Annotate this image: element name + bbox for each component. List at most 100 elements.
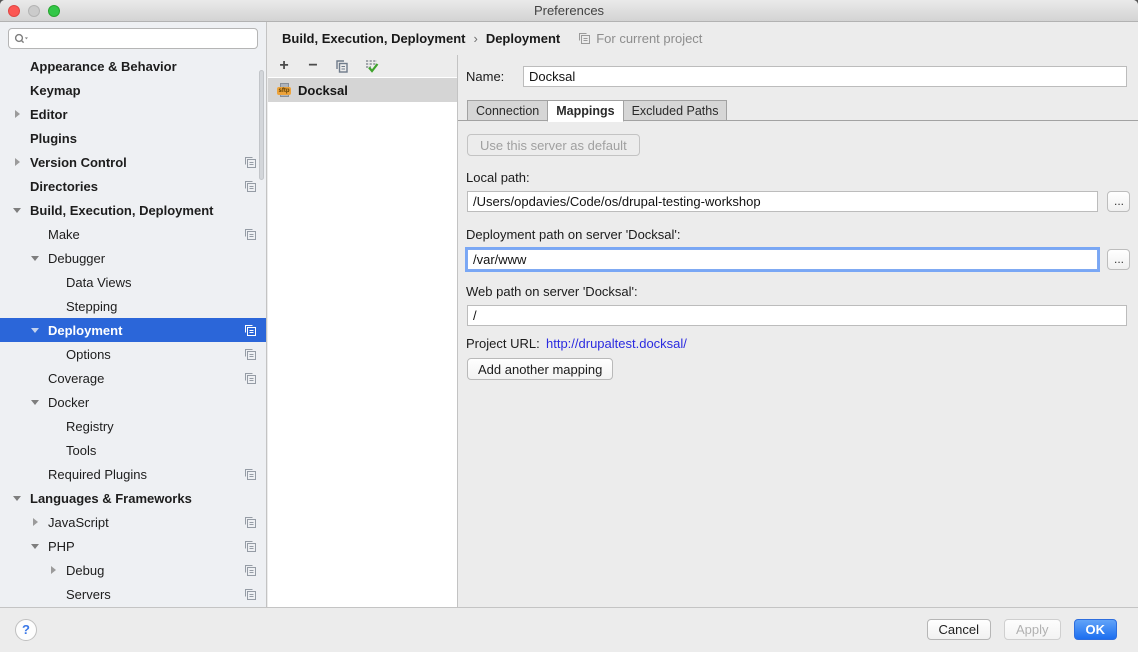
sidebar-item-label: Keymap xyxy=(30,83,81,98)
deployment-form: Name: ConnectionMappingsExcluded Paths U… xyxy=(458,55,1138,607)
tree-expand-icon[interactable] xyxy=(30,517,40,527)
tree-collapse-icon[interactable] xyxy=(30,541,40,551)
sidebar-item-deployment[interactable]: Deployment xyxy=(0,318,266,342)
project-scope-icon xyxy=(244,564,257,577)
sidebar-item-servers[interactable]: Servers xyxy=(0,582,266,606)
sidebar-item-data-views[interactable]: Data Views xyxy=(0,270,266,294)
server-name-input[interactable] xyxy=(523,66,1127,87)
sidebar-item-label: Required Plugins xyxy=(48,467,147,482)
tree-collapse-icon[interactable] xyxy=(30,253,40,263)
tree-expand-icon[interactable] xyxy=(48,565,58,575)
project-scope-icon xyxy=(244,540,257,553)
sidebar-item-debugger[interactable]: Debugger xyxy=(0,246,266,270)
close-button[interactable] xyxy=(8,5,20,17)
sidebar-item-options[interactable]: Options xyxy=(0,342,266,366)
sidebar-item-label: Debug xyxy=(66,563,104,578)
sidebar-item-label: Servers xyxy=(66,587,111,602)
local-path-input[interactable] xyxy=(467,191,1098,212)
sidebar-item-keymap[interactable]: Keymap xyxy=(0,78,266,102)
preferences-window: Preferences Appearance & Behavior Keymap E… xyxy=(0,0,1138,652)
sftp-server-icon: sftp xyxy=(277,83,292,98)
sidebar-item-make[interactable]: Make xyxy=(0,222,266,246)
deployment-path-input[interactable] xyxy=(467,249,1098,270)
tab-connection[interactable]: Connection xyxy=(467,100,548,121)
sidebar-item-label: Plugins xyxy=(30,131,77,146)
project-scope-icon xyxy=(244,372,257,385)
sidebar-item-version-control[interactable]: Version Control xyxy=(0,150,266,174)
project-scope-icon xyxy=(244,180,257,193)
ok-button[interactable]: OK xyxy=(1074,619,1118,640)
sidebar-item-javascript[interactable]: JavaScript xyxy=(0,510,266,534)
project-scope-icon xyxy=(244,588,257,601)
tree-indent-spacer xyxy=(30,373,40,383)
copy-server-icon[interactable] xyxy=(334,58,350,74)
tab-mappings[interactable]: Mappings xyxy=(547,100,623,122)
zoom-button[interactable] xyxy=(48,5,60,17)
sidebar-item-label: Coverage xyxy=(48,371,104,386)
apply-button[interactable]: Apply xyxy=(1004,619,1061,640)
tree-indent-spacer xyxy=(12,181,22,191)
tree-collapse-icon[interactable] xyxy=(30,397,40,407)
sidebar-item-label: Editor xyxy=(30,107,68,122)
sidebar-item-appearance-behavior[interactable]: Appearance & Behavior xyxy=(0,54,266,78)
server-list: sftpDocksal xyxy=(268,78,457,607)
sidebar-item-php[interactable]: PHP xyxy=(0,534,266,558)
project-scope-icon xyxy=(244,516,257,529)
settings-sidebar: Appearance & Behavior Keymap Editor Plugins… xyxy=(0,22,267,607)
sidebar-item-tools[interactable]: Tools xyxy=(0,438,266,462)
tree-indent-spacer xyxy=(12,133,22,143)
cancel-button[interactable]: Cancel xyxy=(927,619,991,640)
tree-indent-spacer xyxy=(48,301,58,311)
use-server-default-button[interactable]: Use this server as default xyxy=(467,134,640,156)
tree-collapse-icon[interactable] xyxy=(30,325,40,335)
server-list-item-docksal[interactable]: sftpDocksal xyxy=(268,78,457,102)
minimize-button xyxy=(28,5,40,17)
title-bar[interactable]: Preferences xyxy=(0,0,1138,22)
project-url-link[interactable]: http://drupaltest.docksal/ xyxy=(546,336,687,351)
project-scope-icon xyxy=(244,348,257,361)
use-as-default-icon[interactable] xyxy=(363,58,379,74)
sidebar-item-docker[interactable]: Docker xyxy=(0,390,266,414)
sidebar-item-stepping[interactable]: Stepping xyxy=(0,294,266,318)
breadcrumb-section[interactable]: Build, Execution, Deployment xyxy=(282,31,465,46)
sidebar-item-label: Version Control xyxy=(30,155,127,170)
tree-indent-spacer xyxy=(48,589,58,599)
tree-collapse-icon[interactable] xyxy=(12,493,22,503)
search-input[interactable] xyxy=(31,31,252,47)
deployment-path-label: Deployment path on server 'Docksal': xyxy=(466,227,681,242)
remove-server-button[interactable]: − xyxy=(305,58,321,74)
sidebar-item-label: Directories xyxy=(30,179,98,194)
sidebar-item-plugins[interactable]: Plugins xyxy=(0,126,266,150)
deployment-path-browse-button[interactable]: ... xyxy=(1107,249,1130,270)
tab-excluded-paths[interactable]: Excluded Paths xyxy=(623,100,728,121)
sidebar-item-debug[interactable]: Debug xyxy=(0,558,266,582)
sidebar-item-directories[interactable]: Directories xyxy=(0,174,266,198)
sidebar-item-required-plugins[interactable]: Required Plugins xyxy=(0,462,266,486)
tree-collapse-icon[interactable] xyxy=(12,205,22,215)
sidebar-item-label: Tools xyxy=(66,443,96,458)
add-server-button[interactable]: + xyxy=(276,58,292,74)
sidebar-item-label: JavaScript xyxy=(48,515,109,530)
sidebar-item-label: Languages & Frameworks xyxy=(30,491,192,506)
tree-expand-icon[interactable] xyxy=(12,157,22,167)
tree-expand-icon[interactable] xyxy=(12,109,22,119)
sidebar-item-coverage[interactable]: Coverage xyxy=(0,366,266,390)
local-path-browse-button[interactable]: ... xyxy=(1107,191,1130,212)
servers-toolbar: + − xyxy=(268,55,457,77)
search-box[interactable] xyxy=(8,28,258,49)
sidebar-item-editor[interactable]: Editor xyxy=(0,102,266,126)
help-button[interactable]: ? xyxy=(15,619,37,641)
sidebar-item-build-execution-deployment[interactable]: Build, Execution, Deployment xyxy=(0,198,266,222)
scope-indicator: For current project xyxy=(578,31,702,46)
breadcrumb-page: Deployment xyxy=(486,31,560,46)
web-path-input[interactable] xyxy=(467,305,1127,326)
sidebar-item-languages-frameworks[interactable]: Languages & Frameworks xyxy=(0,486,266,510)
settings-tree: Appearance & Behavior Keymap Editor Plugins… xyxy=(0,54,266,606)
sidebar-item-registry[interactable]: Registry xyxy=(0,414,266,438)
tree-indent-spacer xyxy=(48,445,58,455)
add-mapping-button[interactable]: Add another mapping xyxy=(467,358,613,380)
project-url-label: Project URL: xyxy=(466,336,540,351)
tree-indent-spacer xyxy=(48,277,58,287)
web-path-label: Web path on server 'Docksal': xyxy=(466,284,638,299)
sidebar-scrollbar[interactable] xyxy=(259,70,264,180)
